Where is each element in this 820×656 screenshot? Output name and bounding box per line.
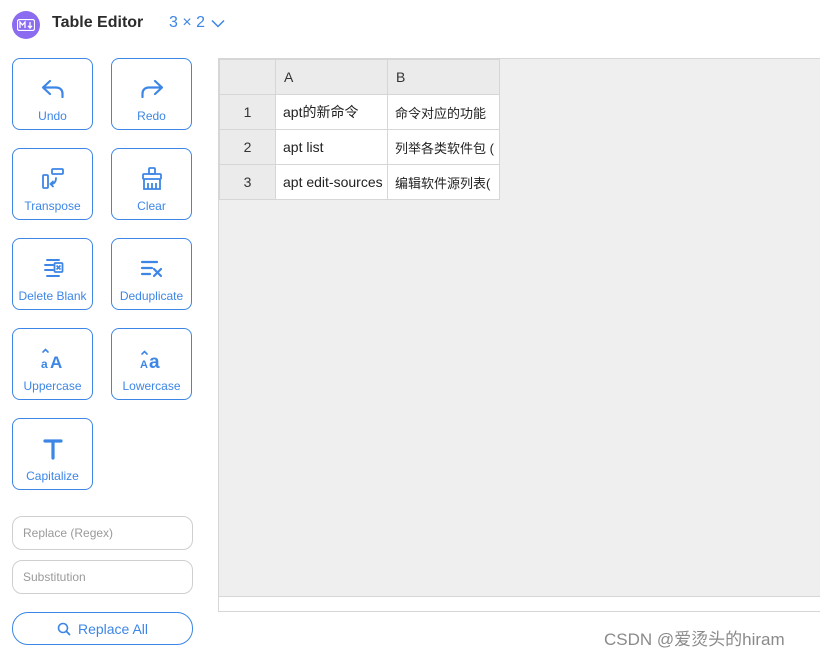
table-cell[interactable]: apt的新命令 — [275, 94, 388, 130]
lowercase-label: Lowercase — [122, 379, 181, 393]
spreadsheet-grid[interactable]: A B 1 apt的新命令 命令对应的功能 2 apt list 列举各类软件包… — [218, 58, 820, 612]
redo-button[interactable]: Redo — [111, 58, 192, 130]
uppercase-icon: a A — [40, 346, 66, 372]
chevron-down-icon — [211, 19, 225, 28]
markdown-logo-icon — [12, 11, 40, 39]
table-size-dropdown[interactable]: 3 × 2 — [169, 14, 225, 32]
row-header[interactable]: 3 — [219, 164, 276, 200]
svg-text:A: A — [140, 359, 148, 371]
clear-label: Clear — [137, 199, 166, 213]
lowercase-icon: A a — [139, 346, 165, 372]
table-cell[interactable]: apt edit-sources — [275, 164, 388, 200]
delete-blank-label: Delete Blank — [18, 289, 87, 303]
replace-all-label: Replace All — [77, 620, 149, 637]
horizontal-scrollbar[interactable] — [219, 596, 820, 611]
data-table: A B 1 apt的新命令 命令对应的功能 2 apt list 列举各类软件包… — [219, 59, 500, 200]
table-cell[interactable]: 编辑软件源列表( — [387, 164, 500, 200]
corner-cell[interactable] — [219, 59, 276, 95]
lowercase-button[interactable]: A a Lowercase — [111, 328, 192, 400]
table-size-label: 3 × 2 — [169, 14, 206, 31]
svg-text:A: A — [50, 353, 62, 372]
app-header: Table Editor 3 × 2 — [0, 0, 820, 48]
broom-icon — [139, 166, 165, 192]
replace-all-button[interactable]: Replace All — [12, 612, 193, 645]
table-cell[interactable]: 命令对应的功能 — [387, 94, 500, 130]
table-cell[interactable]: 列举各类软件包 ( — [387, 129, 500, 165]
table-row: 2 apt list 列举各类软件包 ( — [219, 129, 500, 165]
deduplicate-label: Deduplicate — [119, 289, 184, 303]
uppercase-label: Uppercase — [23, 379, 82, 393]
row-header[interactable]: 2 — [219, 129, 276, 165]
delete-blank-icon — [40, 256, 66, 282]
column-header-row: A B — [219, 59, 500, 95]
svg-text:a: a — [149, 352, 160, 372]
undo-icon — [40, 76, 66, 102]
capitalize-icon — [40, 436, 66, 462]
uppercase-button[interactable]: a A Uppercase — [12, 328, 93, 400]
watermark: CSDN @爱烫头的hiram — [604, 630, 785, 649]
deduplicate-icon — [139, 256, 165, 282]
replace-regex-input[interactable] — [12, 516, 193, 550]
delete-blank-button[interactable]: Delete Blank — [12, 238, 93, 310]
row-header[interactable]: 1 — [219, 94, 276, 130]
app-title: Table Editor — [52, 14, 144, 31]
search-icon — [57, 622, 71, 635]
transpose-icon — [40, 166, 66, 192]
table-cell[interactable]: apt list — [275, 129, 388, 165]
redo-icon — [139, 76, 165, 102]
redo-label: Redo — [137, 109, 166, 123]
transpose-label: Transpose — [24, 199, 81, 213]
clear-button[interactable]: Clear — [111, 148, 192, 220]
svg-text:a: a — [41, 357, 48, 371]
undo-label: Undo — [38, 109, 67, 123]
table-row: 3 apt edit-sources 编辑软件源列表( — [219, 164, 500, 200]
capitalize-label: Capitalize — [26, 469, 79, 483]
deduplicate-button[interactable]: Deduplicate — [111, 238, 192, 310]
capitalize-button[interactable]: Capitalize — [12, 418, 93, 490]
column-header-b[interactable]: B — [387, 59, 500, 95]
undo-button[interactable]: Undo — [12, 58, 93, 130]
transpose-button[interactable]: Transpose — [12, 148, 93, 220]
substitution-input[interactable] — [12, 560, 193, 594]
table-row: 1 apt的新命令 命令对应的功能 — [219, 94, 500, 130]
column-header-a[interactable]: A — [275, 59, 388, 95]
